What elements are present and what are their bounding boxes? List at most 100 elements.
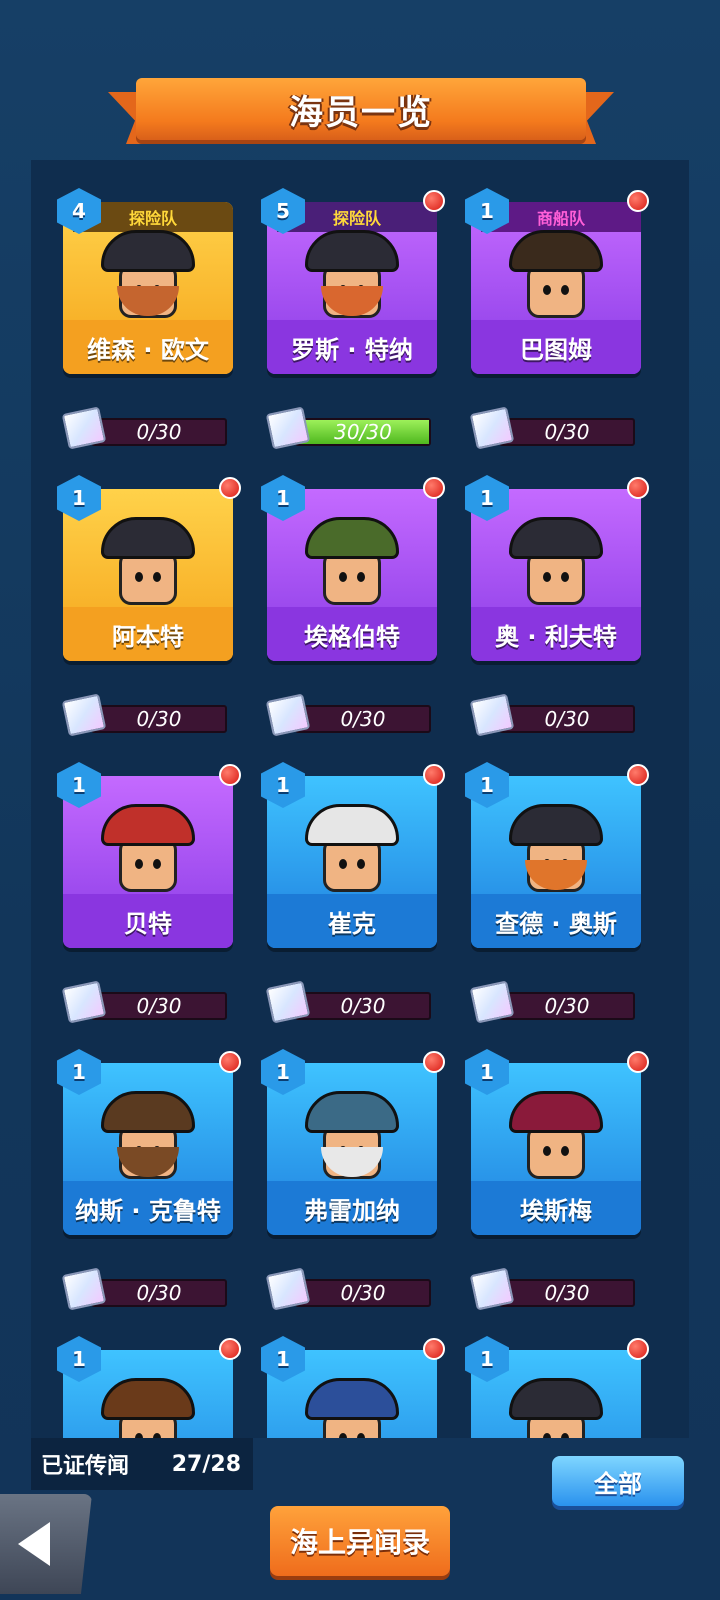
notification-dot-icon	[627, 190, 649, 212]
filter-all-button[interactable]: 全部	[552, 1456, 684, 1506]
crew-name: 维森 · 欧文	[63, 320, 233, 374]
crew-portrait	[305, 1378, 399, 1438]
puzzle-piece-icon	[61, 980, 107, 1024]
puzzle-piece-icon	[469, 693, 515, 737]
crew-name: 巴图姆	[471, 320, 641, 374]
puzzle-piece-icon	[61, 406, 107, 450]
notification-dot-icon	[423, 190, 445, 212]
crew-name: 埃格伯特	[267, 607, 437, 661]
fragment-progress-text: 0/30	[544, 707, 590, 731]
crew-portrait	[509, 230, 603, 330]
crew-card[interactable]: ★☆☆☆☆查德 · 奥斯10/30	[465, 762, 649, 1024]
fragment-progress-text: 0/30	[136, 994, 182, 1018]
crew-portrait	[509, 517, 603, 617]
puzzle-piece-icon	[469, 980, 515, 1024]
crew-name: 奥 · 利夫特	[471, 607, 641, 661]
hat	[305, 1091, 399, 1133]
crew-card[interactable]: ★☆☆☆☆纳斯 · 克鲁特10/30	[57, 1049, 241, 1311]
crew-card[interactable]: ★☆☆☆☆1	[465, 1336, 649, 1438]
legend-label: 已证传闻	[41, 1454, 130, 1479]
notification-dot-icon	[423, 1051, 445, 1073]
hat	[509, 230, 603, 272]
puzzle-piece-icon	[265, 980, 311, 1024]
fragment-progress-text: 0/30	[136, 707, 182, 731]
hat	[509, 1091, 603, 1133]
page-title: 海员一览	[289, 92, 433, 133]
crew-portrait	[305, 804, 399, 904]
hat	[101, 517, 195, 559]
crew-name: 纳斯 · 克鲁特	[63, 1181, 233, 1235]
crew-portrait	[305, 230, 399, 330]
crew-name: 罗斯 · 特纳	[267, 320, 437, 374]
notification-dot-icon	[627, 1051, 649, 1073]
banner-body: 海员一览	[136, 78, 586, 140]
crew-portrait	[101, 230, 195, 330]
puzzle-piece-icon	[61, 693, 107, 737]
crew-card[interactable]: ★☆☆☆☆埃格伯特10/30	[261, 475, 445, 737]
hat	[101, 1378, 195, 1420]
face	[527, 264, 585, 318]
fragment-progress-text: 30/30	[334, 420, 392, 444]
crew-card[interactable]: ★☆☆☆☆崔克10/30	[261, 762, 445, 1024]
crew-card[interactable]: ★☆☆☆☆1	[57, 1336, 241, 1438]
puzzle-piece-icon	[469, 1267, 515, 1311]
notification-dot-icon	[219, 1338, 241, 1360]
fragment-progress-bar: 0/30	[91, 418, 227, 446]
crew-card[interactable]: ★☆☆☆☆埃斯梅10/30	[465, 1049, 649, 1311]
crew-card[interactable]: ★☆☆☆☆贝特10/30	[57, 762, 241, 1024]
crew-name: 埃斯梅	[471, 1181, 641, 1235]
fragment-progress-bar: 0/30	[295, 1279, 431, 1307]
fragment-progress-text: 0/30	[136, 1281, 182, 1305]
fragment-progress-bar: 0/30	[295, 705, 431, 733]
hat	[509, 804, 603, 846]
face	[119, 551, 177, 605]
crew-name: 查德 · 奥斯	[471, 894, 641, 948]
fragment-progress-bar: 0/30	[91, 705, 227, 733]
hat	[305, 1378, 399, 1420]
hat	[305, 804, 399, 846]
notification-dot-icon	[423, 1338, 445, 1360]
crew-card[interactable]: 探险队★☆☆☆☆维森 · 欧文40/30	[57, 188, 233, 450]
face	[527, 1125, 585, 1179]
crew-card[interactable]: 商船队★☆☆☆☆巴图姆10/30	[465, 188, 649, 450]
crew-card[interactable]: ★☆☆☆☆阿本特10/30	[57, 475, 241, 737]
crew-portrait	[509, 1091, 603, 1191]
back-button[interactable]	[0, 1494, 92, 1594]
notification-dot-icon	[423, 764, 445, 786]
fragment-progress-text: 0/30	[340, 707, 386, 731]
fragment-progress-text: 0/30	[340, 1281, 386, 1305]
fragment-progress-bar: 0/30	[499, 705, 635, 733]
crew-card[interactable]: ★☆☆☆☆弗雷加纳10/30	[261, 1049, 445, 1311]
notification-dot-icon	[219, 1051, 241, 1073]
face	[323, 838, 381, 892]
crew-name: 崔克	[267, 894, 437, 948]
hat	[305, 517, 399, 559]
face	[323, 551, 381, 605]
hat	[305, 230, 399, 272]
crew-list-panel[interactable]: 探险队★☆☆☆☆维森 · 欧文40/30探险队★☆☆☆☆罗斯 · 特纳530/3…	[31, 160, 689, 1438]
back-arrow-icon	[18, 1522, 50, 1566]
crew-card[interactable]: 探险队★☆☆☆☆罗斯 · 特纳530/30	[261, 188, 445, 450]
notification-dot-icon	[219, 477, 241, 499]
crew-name: 贝特	[63, 894, 233, 948]
fragment-progress-bar: 0/30	[91, 1279, 227, 1307]
legend-count: 27/28	[171, 1451, 241, 1477]
fragment-progress-bar: 30/30	[295, 418, 431, 446]
hat	[509, 517, 603, 559]
fragment-progress-bar: 0/30	[499, 418, 635, 446]
notification-dot-icon	[627, 764, 649, 786]
crew-portrait	[101, 517, 195, 617]
crew-card[interactable]: ★☆☆☆☆奥 · 利夫特10/30	[465, 475, 649, 737]
crew-portrait	[509, 1378, 603, 1438]
puzzle-piece-icon	[265, 406, 311, 450]
face	[527, 551, 585, 605]
title-banner: 海员一览	[108, 74, 614, 154]
fragment-progress-text: 0/30	[544, 1281, 590, 1305]
sea-records-button[interactable]: 海上异闻录	[270, 1506, 450, 1576]
crew-card[interactable]: ★☆☆☆☆1	[261, 1336, 445, 1438]
hat	[101, 804, 195, 846]
crew-portrait	[101, 1091, 195, 1191]
notification-dot-icon	[627, 477, 649, 499]
puzzle-piece-icon	[265, 693, 311, 737]
notification-dot-icon	[627, 1338, 649, 1360]
